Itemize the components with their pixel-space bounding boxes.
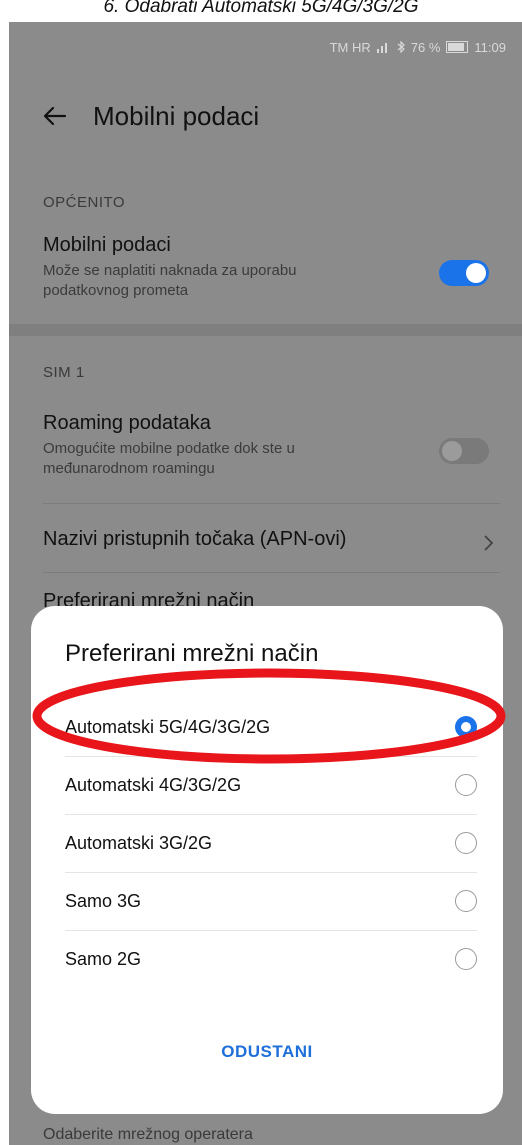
section-general-label: OPĆENITO <box>43 194 126 211</box>
radio-unchecked-icon[interactable] <box>455 890 477 912</box>
clock: 11:09 <box>474 39 506 55</box>
option-label: Samo 3G <box>65 890 142 911</box>
roaming-toggle[interactable] <box>439 438 489 464</box>
option-label: Automatski 5G/4G/3G/2G <box>65 716 271 737</box>
battery-icon <box>446 41 469 53</box>
battery-percent: 76 % <box>410 39 441 55</box>
option-auto-4g[interactable]: Automatski 4G/3G/2G <box>65 756 477 814</box>
status-bar: TM HR 76 % 11:09 <box>9 22 522 72</box>
option-only-3g[interactable]: Samo 3G <box>65 872 477 930</box>
mobile-data-subtitle: Može se naplatiti naknada za uporabu pod… <box>43 262 297 299</box>
mobile-data-toggle[interactable] <box>439 260 489 286</box>
option-label: Automatski 4G/3G/2G <box>65 774 242 795</box>
section-divider <box>9 324 522 336</box>
roaming-subtitle: Omogućite mobilne podatke dok ste u među… <box>43 440 295 477</box>
document-caption: 6. Odabrati Automatski 5G/4G/3G/2G <box>103 0 419 17</box>
option-auto-3g[interactable]: Automatski 3G/2G <box>65 814 477 872</box>
radio-unchecked-icon[interactable] <box>455 774 477 796</box>
option-auto-5g[interactable]: Automatski 5G/4G/3G/2G <box>65 698 477 756</box>
cancel-button[interactable]: ODUSTANI <box>31 1042 503 1062</box>
mobile-data-row[interactable]: Mobilni podaci Može se naplatiti naknada… <box>43 234 500 301</box>
phone-screen: TM HR 76 % 11:09 Mobilni podaci OPĆENITO… <box>9 22 522 1145</box>
divider <box>43 503 500 504</box>
section-sim1-label: SIM 1 <box>43 364 85 381</box>
chevron-right-icon <box>484 535 494 551</box>
apn-title: Nazivi pristupnih točaka (APN-ovi) <box>43 528 347 550</box>
option-label: Automatski 3G/2G <box>65 832 213 853</box>
apn-row[interactable]: Nazivi pristupnih točaka (APN-ovi) <box>43 528 500 551</box>
carrier-label: TM HR <box>329 39 371 55</box>
page-title: Mobilni podaci <box>93 100 260 131</box>
bluetooth-icon <box>397 41 405 53</box>
app-bar: Mobilni podaci <box>9 88 522 144</box>
signal-icon <box>376 43 387 53</box>
divider <box>43 572 500 573</box>
roaming-title: Roaming podataka <box>43 412 211 434</box>
network-operator-hint: Odaberite mrežnog operatera <box>43 1126 253 1143</box>
option-label: Samo 2G <box>65 948 142 969</box>
radio-unchecked-icon[interactable] <box>455 832 477 854</box>
dialog-title: Preferirani mrežni način <box>65 640 319 667</box>
mobile-data-title: Mobilni podaci <box>43 234 171 256</box>
radio-checked-icon[interactable] <box>455 716 477 738</box>
option-only-2g[interactable]: Samo 2G <box>65 930 477 988</box>
network-mode-dialog: Preferirani mrežni način Automatski 5G/4… <box>31 606 503 1114</box>
radio-unchecked-icon[interactable] <box>455 948 477 970</box>
roaming-row[interactable]: Roaming podataka Omogućite mobilne podat… <box>43 412 500 479</box>
arrow-left-icon[interactable] <box>41 102 69 130</box>
